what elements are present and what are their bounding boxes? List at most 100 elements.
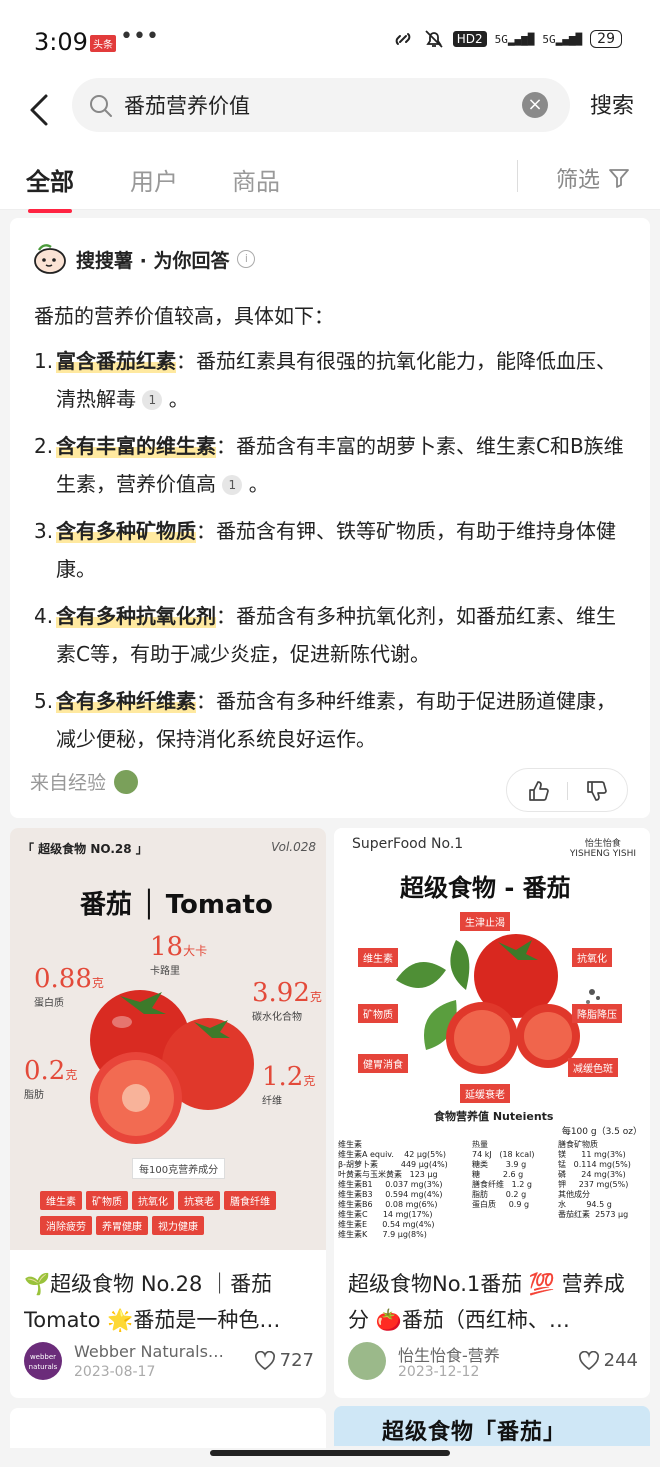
note-title[interactable]: 🌱超级食物 No.28 ｜番茄 Tomato 🌟番茄是一种色… <box>24 1266 314 1338</box>
ai-answer-card: 搜搜薯 · 为你回答 i 番茄的营养价值较高，具体如下： 1. 富含番茄红素：番… <box>10 218 650 818</box>
benefit-label: 降脂降压 <box>572 1004 622 1023</box>
benefit-pill: 矿物质 <box>86 1191 128 1210</box>
author-avatar[interactable]: webber naturals <box>24 1342 62 1380</box>
benefit-pill: 膳食纤维 <box>224 1191 276 1210</box>
status-bar: 3:09 头条 ••• HD2 5G▂▄▆█ 5G▂▄▆█ 29 <box>0 0 660 84</box>
ai-answer-intro: 番茄的营养价值较高，具体如下： <box>34 304 334 328</box>
thumbs-down-icon[interactable] <box>585 779 609 803</box>
filter-button[interactable]: 筛选 <box>556 162 630 194</box>
ai-answer-list: 1. 富含番茄红素：番茄红素具有很强的抗氧化能力，能降低血压、清热解毒 1 。 … <box>34 342 634 767</box>
like-count: 244 <box>603 1350 638 1371</box>
list-item: 3. 含有多种矿物质：番茄含有钾、铁等矿物质，有助于维持身体健康。 <box>34 519 616 581</box>
benefit-label: 延缓衰老 <box>460 1084 510 1103</box>
cover-tag: 「 超级食物 NO.28 」 <box>22 842 148 856</box>
note-card[interactable] <box>10 1408 326 1448</box>
like-count: 727 <box>279 1350 314 1371</box>
mute-bell-icon <box>425 30 443 48</box>
hd-badge: HD2 <box>452 31 487 47</box>
potato-mascot-icon <box>34 244 66 274</box>
benefit-pill: 视力健康 <box>152 1216 204 1235</box>
thumbs-up-icon[interactable] <box>527 779 551 803</box>
nutrition-column: 膳食矿物质 镁 11 mg(3%) 锰 0.114 mg(5%) 磷 24 mg… <box>558 1140 631 1219</box>
list-item: 4. 含有多种抗氧化剂：番茄含有多种抗氧化剂，如番茄红素、维生素C等，有助于减少… <box>34 604 616 666</box>
benefit-pill: 抗衰老 <box>178 1191 220 1210</box>
benefit-label: 抗氧化 <box>572 948 612 967</box>
cover-signature: Vol.028 <box>271 840 316 854</box>
post-date: 2023-12-12 <box>398 1364 480 1380</box>
nutrient-label: 18大卡 卡路里 <box>150 932 208 977</box>
more-notifications-icon: ••• <box>120 24 159 49</box>
funnel-icon <box>609 169 629 188</box>
search-header: 番茄营养价值 × 搜索 <box>0 78 660 156</box>
tab-users[interactable]: 用户 <box>130 162 178 197</box>
tab-all[interactable]: 全部 <box>26 162 74 213</box>
benefit-pill: 维生素 <box>40 1191 82 1210</box>
cover-tag: SuperFood No.1 <box>352 836 464 852</box>
heart-icon <box>578 1350 599 1370</box>
note-card[interactable]: SuperFood No.1 怡生怡食 YISHENG YISHI 超级食物 - … <box>334 828 650 1398</box>
clear-icon[interactable]: × <box>522 92 548 118</box>
note-title[interactable]: 超级食物No.1番茄 💯 营养成分 🍅番茄（西红柿、… <box>348 1266 638 1338</box>
answer-source[interactable]: 来自经验 <box>30 768 139 795</box>
clock: 3:09 <box>34 28 88 56</box>
like-button[interactable]: 244 <box>578 1350 638 1371</box>
nutrition-serving: 每100 g（3.5 oz） <box>561 1127 642 1137</box>
benefit-label: 维生素 <box>358 948 398 967</box>
author-name[interactable]: 怡生怡食-营养 <box>398 1342 568 1366</box>
author-avatar[interactable] <box>348 1342 386 1380</box>
citation-badge[interactable]: 1 <box>142 390 163 410</box>
battery-icon: 29 <box>590 30 622 48</box>
news-badge: 头条 <box>90 35 116 52</box>
list-item: 5. 含有多种纤维素：番茄含有多种纤维素，有助于促进肠道健康，减少便秘，保持消化… <box>34 689 616 751</box>
feedback-buttons <box>506 768 628 812</box>
note-cover-heading: 超级食物「番茄」 <box>382 1420 567 1445</box>
source-avatar <box>114 769 139 794</box>
list-item: 2. 含有丰富的维生素：番茄含有丰富的胡萝卜素、维生素C和B族维生素，营养价值高… <box>34 434 624 496</box>
signal-5g-icon-2: 5G▂▄▆█ <box>542 32 583 46</box>
nutrition-title: 食物营养值 Nuteients <box>434 1110 554 1123</box>
benefit-label: 健胃消食 <box>358 1054 408 1073</box>
heart-icon <box>254 1350 275 1370</box>
author-name[interactable]: Webber Naturals… <box>74 1342 244 1361</box>
note-card[interactable]: 超级食物「番茄」 <box>334 1406 650 1446</box>
benefit-label: 减缓色斑 <box>568 1058 618 1077</box>
home-indicator[interactable] <box>210 1450 450 1456</box>
benefit-pill: 抗氧化 <box>132 1191 174 1210</box>
info-icon[interactable]: i <box>237 250 256 268</box>
status-icons: HD2 5G▂▄▆█ 5G▂▄▆█ 29 <box>391 28 622 50</box>
search-icon <box>90 95 112 117</box>
post-date: 2023-08-17 <box>74 1364 156 1380</box>
like-button[interactable]: 727 <box>254 1350 314 1371</box>
divider <box>567 782 568 800</box>
source-label: 来自经验 <box>30 772 107 794</box>
note-cover-image[interactable]: 「 超级食物 NO.28 」 Vol.028 番茄 │ Tomato 18大卡卡… <box>10 828 326 1250</box>
search-button[interactable]: 搜索 <box>590 88 634 120</box>
nutrient-label: 1.2克 纤维 <box>262 1062 316 1107</box>
cover-per-serving: 每100克营养成分 <box>132 1158 226 1179</box>
note-meta: 怡生怡食-营养 2023-12-12 244 <box>348 1342 638 1382</box>
nutrition-column: 维生素 维生素A equiv. 42 μg(5%) β-胡萝卜素 449 μg(… <box>338 1140 448 1239</box>
benefit-pills: 维生素 矿物质 抗氧化 抗衰老 膳食纤维消除疲劳 养胃健康 视力健康 <box>40 1188 310 1238</box>
tomato-illustration <box>90 990 254 1144</box>
cover-brand: 怡生怡食 YISHENG YISHI <box>569 839 636 859</box>
divider <box>517 160 518 192</box>
note-meta: webber naturals Webber Naturals… 2023-08… <box>24 1342 314 1382</box>
cover-heading: 番茄 │ Tomato <box>80 890 273 920</box>
cover-heading: 超级食物 - 番茄 <box>400 874 571 902</box>
ai-answer-header: 搜搜薯 · 为你回答 i <box>30 242 256 276</box>
nutrition-column: 热量 74 kJ (18 kcal) 糖类 3.9 g 糖 2.6 g 膳食纤维… <box>472 1140 535 1209</box>
ai-answer-title: 搜搜薯 · 为你回答 <box>76 249 230 272</box>
back-icon[interactable] <box>24 90 58 130</box>
benefit-label: 矿物质 <box>358 1004 398 1023</box>
note-cover-image[interactable]: SuperFood No.1 怡生怡食 YISHENG YISHI 超级食物 - … <box>334 828 650 1250</box>
search-input[interactable]: 番茄营养价值 × <box>72 78 570 132</box>
tab-products[interactable]: 商品 <box>232 162 280 197</box>
filter-label: 筛选 <box>555 168 600 193</box>
link-icon <box>395 33 411 45</box>
citation-badge[interactable]: 1 <box>222 475 243 495</box>
benefit-label: 生津止渴 <box>460 912 510 931</box>
result-tabs: 全部 用户 商品 筛选 <box>0 156 660 213</box>
signal-5g-icon: 5G▂▄▆█ <box>494 32 535 46</box>
search-query[interactable]: 番茄营养价值 <box>124 90 250 120</box>
note-card[interactable]: 「 超级食物 NO.28 」 Vol.028 番茄 │ Tomato 18大卡卡… <box>10 828 326 1398</box>
